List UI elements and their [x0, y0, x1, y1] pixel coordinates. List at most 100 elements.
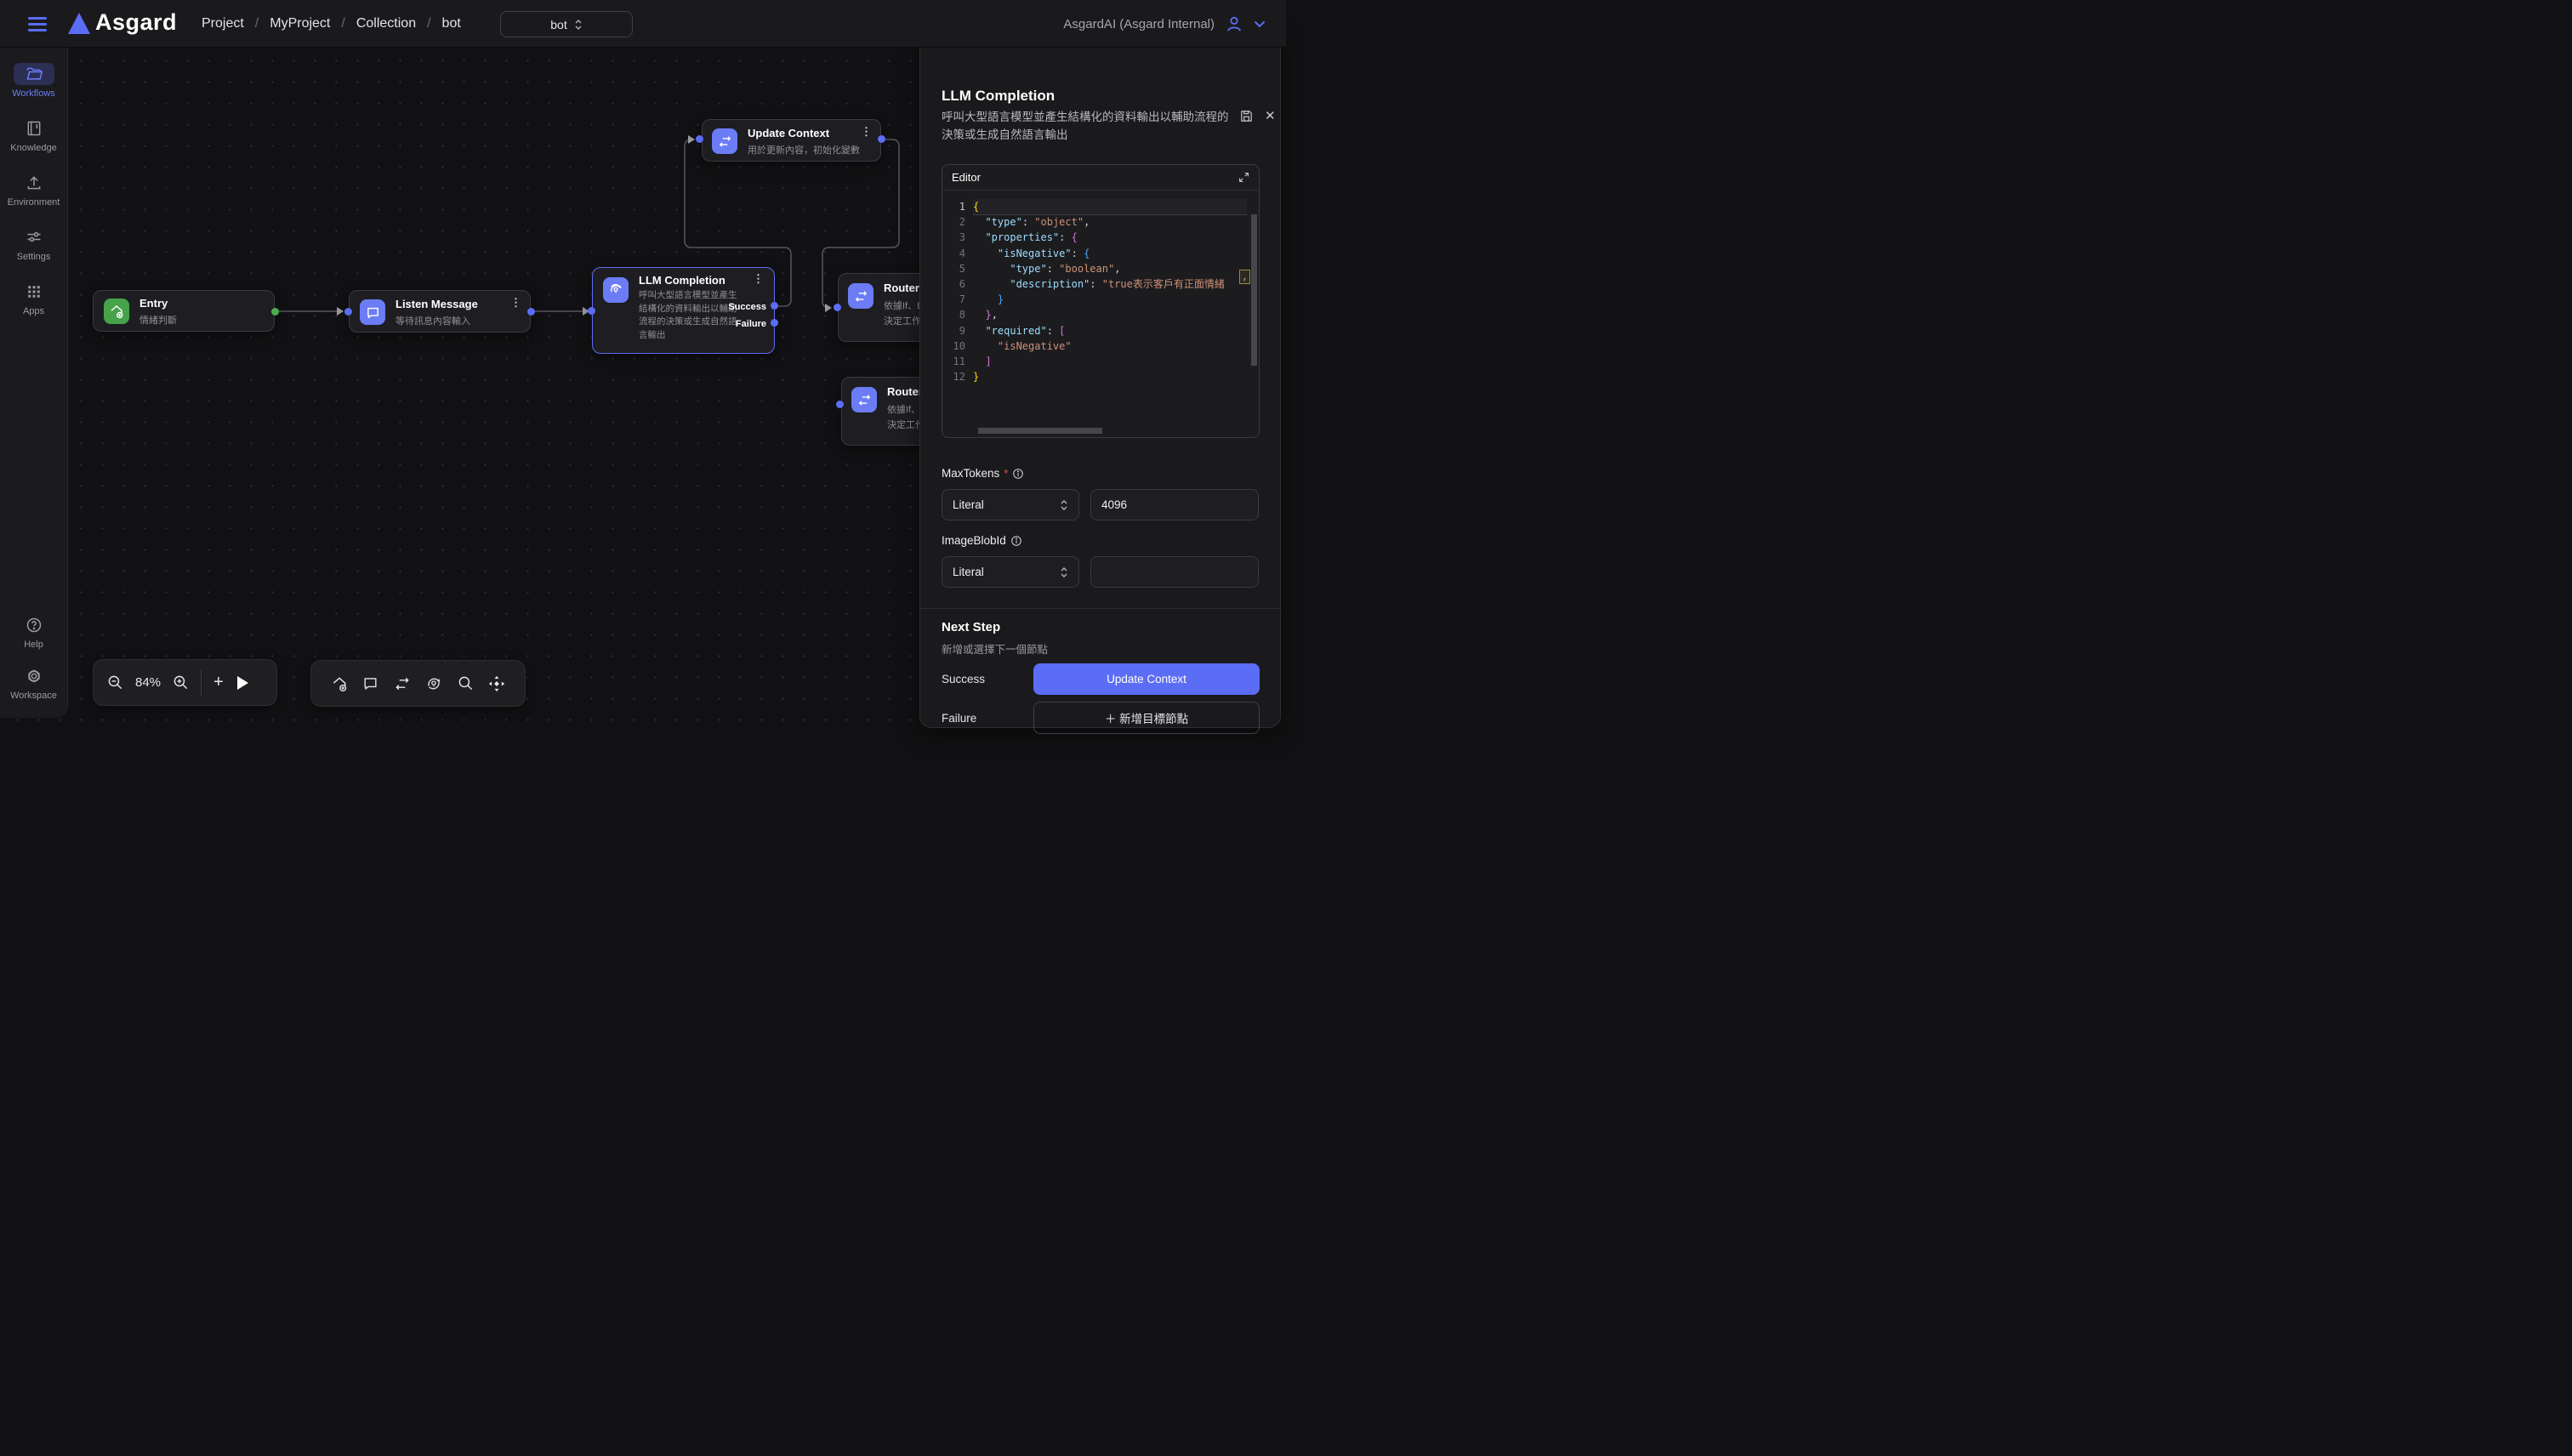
panel-description: 呼叫大型語言模型並產生結構化的資料輸出以輔助流程的決策或生成自然語言輸出 [942, 108, 1238, 144]
node-title: LLM Completion [639, 274, 726, 287]
sidebar-item-help[interactable]: Help [0, 614, 68, 650]
code-line[interactable]: "description": "true表示客戶有正面情緒 [973, 276, 1247, 292]
node-menu-icon[interactable]: ⋮ [753, 274, 764, 284]
folder-icon [26, 65, 43, 82]
node-description: 呼叫大型語言模型並產生結構化的資料輸出以輔助流程的決策或生成自然語言輸出 [639, 289, 737, 342]
code-line[interactable]: "type": "boolean", [973, 261, 1247, 276]
code-line[interactable]: "required": [ [973, 323, 1247, 338]
node-llm-completion[interactable]: LLM Completion 呼叫大型語言模型並產生結構化的資料輸出以輔助流程的… [592, 267, 775, 354]
sidebar-item-knowledge[interactable]: Knowledge [0, 117, 68, 153]
info-icon[interactable] [1010, 535, 1022, 547]
schema-editor[interactable]: Editor 123456789101112 { "type": "object… [942, 164, 1260, 438]
node-menu-icon[interactable]: ⋮ [861, 127, 872, 137]
save-icon[interactable] [1239, 109, 1254, 123]
node-update-context[interactable]: Update Context 用於更新內容，初始化變數 ⋮ [702, 119, 881, 162]
breadcrumb-project[interactable]: Project [202, 16, 244, 31]
left-sidebar: Workflows Knowledge Environment Settings [0, 48, 68, 718]
node-title: Entry [139, 297, 168, 310]
success-target-button[interactable]: Update Context [1033, 663, 1260, 695]
breadcrumb-bot[interactable]: bot [442, 16, 461, 31]
add-target-node-button[interactable]: ＋ 新增目標節點 [1033, 702, 1260, 734]
node-menu-icon[interactable]: ⋮ [510, 298, 521, 308]
message-node-tool-icon[interactable] [362, 675, 378, 691]
auto-layout-icon[interactable] [488, 675, 505, 692]
app-screen: Asgard Project / MyProject / Collection … [0, 0, 1286, 728]
breadcrumb: Project / MyProject / Collection / bot [202, 0, 461, 48]
run-workflow-icon[interactable] [236, 675, 249, 691]
editor-code[interactable]: { "type": "object", "properties": { "isN… [973, 199, 1247, 384]
port-router2-in[interactable] [836, 401, 844, 408]
port-llm-failure[interactable] [771, 319, 778, 327]
node-palette-toolbar [310, 660, 526, 707]
sidebar-item-workflows[interactable]: Workflows [0, 63, 68, 99]
sidebar-item-workspace[interactable]: Workspace [0, 665, 68, 701]
menu-icon[interactable] [28, 14, 47, 33]
port-update-out[interactable] [878, 135, 885, 143]
swap-node-tool-icon[interactable] [394, 675, 411, 692]
editor-title: Editor [952, 171, 981, 184]
next-step-subtitle: 新增或選擇下一個節點 [942, 640, 1048, 657]
breadcrumb-myproject[interactable]: MyProject [270, 16, 330, 31]
app-logo-text: Asgard [95, 9, 177, 36]
close-icon[interactable]: ✕ [1265, 108, 1276, 123]
upload-icon [26, 174, 43, 191]
code-line[interactable]: }, [973, 307, 1247, 322]
port-llm-success[interactable] [771, 302, 778, 310]
account-chevron-down-icon[interactable] [1254, 20, 1266, 28]
sidebar-item-environment[interactable]: Environment [0, 172, 68, 208]
account-name: AsgardAI (Asgard Internal) [1063, 17, 1215, 31]
book-icon [26, 120, 43, 137]
node-listen-message[interactable]: Listen Message 等待訊息內容輸入 ⋮ [349, 290, 531, 333]
node-title: Router [887, 385, 923, 398]
port-entry-out[interactable] [271, 308, 279, 316]
help-icon [26, 617, 43, 634]
editor-vertical-scrollbar[interactable] [1251, 214, 1257, 366]
panel-title: LLM Completion [942, 88, 1055, 105]
sliders-icon [26, 229, 43, 246]
code-line[interactable]: ] [973, 354, 1247, 369]
port-router1-in[interactable] [834, 304, 841, 311]
user-icon[interactable] [1225, 14, 1243, 33]
failure-row-label: Failure [942, 712, 976, 725]
port-update-in[interactable] [696, 135, 703, 143]
max-tokens-input[interactable] [1090, 489, 1259, 520]
search-icon[interactable] [458, 675, 474, 691]
sidebar-item-apps[interactable]: Apps [0, 281, 68, 316]
apps-grid-icon [26, 284, 42, 299]
node-subtitle: 情緒判斷 [139, 313, 177, 327]
sidebar-item-settings[interactable]: Settings [0, 226, 68, 262]
code-line[interactable]: { [973, 199, 1247, 214]
max-tokens-mode-select[interactable]: Literal [942, 489, 1079, 520]
node-title: Update Context [748, 127, 829, 139]
listen-message-node-icon [360, 299, 385, 325]
zoom-level: 84% [135, 675, 161, 690]
port-listen-out[interactable] [527, 308, 535, 316]
image-blob-label: ImageBlobId [942, 534, 1022, 547]
code-line[interactable]: } [973, 292, 1247, 307]
editor-horizontal-scrollbar[interactable] [978, 428, 1102, 434]
zoom-in-icon[interactable] [173, 674, 189, 691]
code-line[interactable]: "properties": { [973, 230, 1247, 245]
workflow-select[interactable]: bot [500, 11, 633, 37]
code-line[interactable]: "isNegative" [973, 338, 1247, 354]
expand-icon[interactable] [1238, 172, 1249, 183]
llm-node-tool-icon[interactable] [425, 675, 442, 692]
gear-icon [26, 668, 43, 685]
add-node-icon[interactable]: + [213, 673, 224, 692]
node-title: Listen Message [395, 298, 478, 310]
zoom-out-icon[interactable] [107, 674, 123, 691]
image-blob-input[interactable] [1090, 556, 1259, 588]
entry-node-tool-icon[interactable] [331, 675, 348, 692]
asgard-logo-icon [68, 13, 90, 34]
port-llm-in[interactable] [588, 307, 595, 315]
breadcrumb-collection[interactable]: Collection [356, 16, 416, 31]
node-detail-panel: LLM Completion 呼叫大型語言模型並產生結構化的資料輸出以輔助流程的… [919, 26, 1281, 728]
code-line[interactable]: "type": "object", [973, 214, 1247, 230]
image-blob-mode-select[interactable]: Literal [942, 556, 1079, 588]
top-navbar: Asgard Project / MyProject / Collection … [0, 0, 1286, 48]
code-line[interactable]: } [973, 369, 1247, 384]
port-listen-in[interactable] [344, 308, 352, 316]
node-entry[interactable]: Entry 情緒判斷 [93, 290, 275, 332]
info-icon[interactable] [1012, 468, 1024, 480]
code-line[interactable]: "isNegative": { [973, 246, 1247, 261]
